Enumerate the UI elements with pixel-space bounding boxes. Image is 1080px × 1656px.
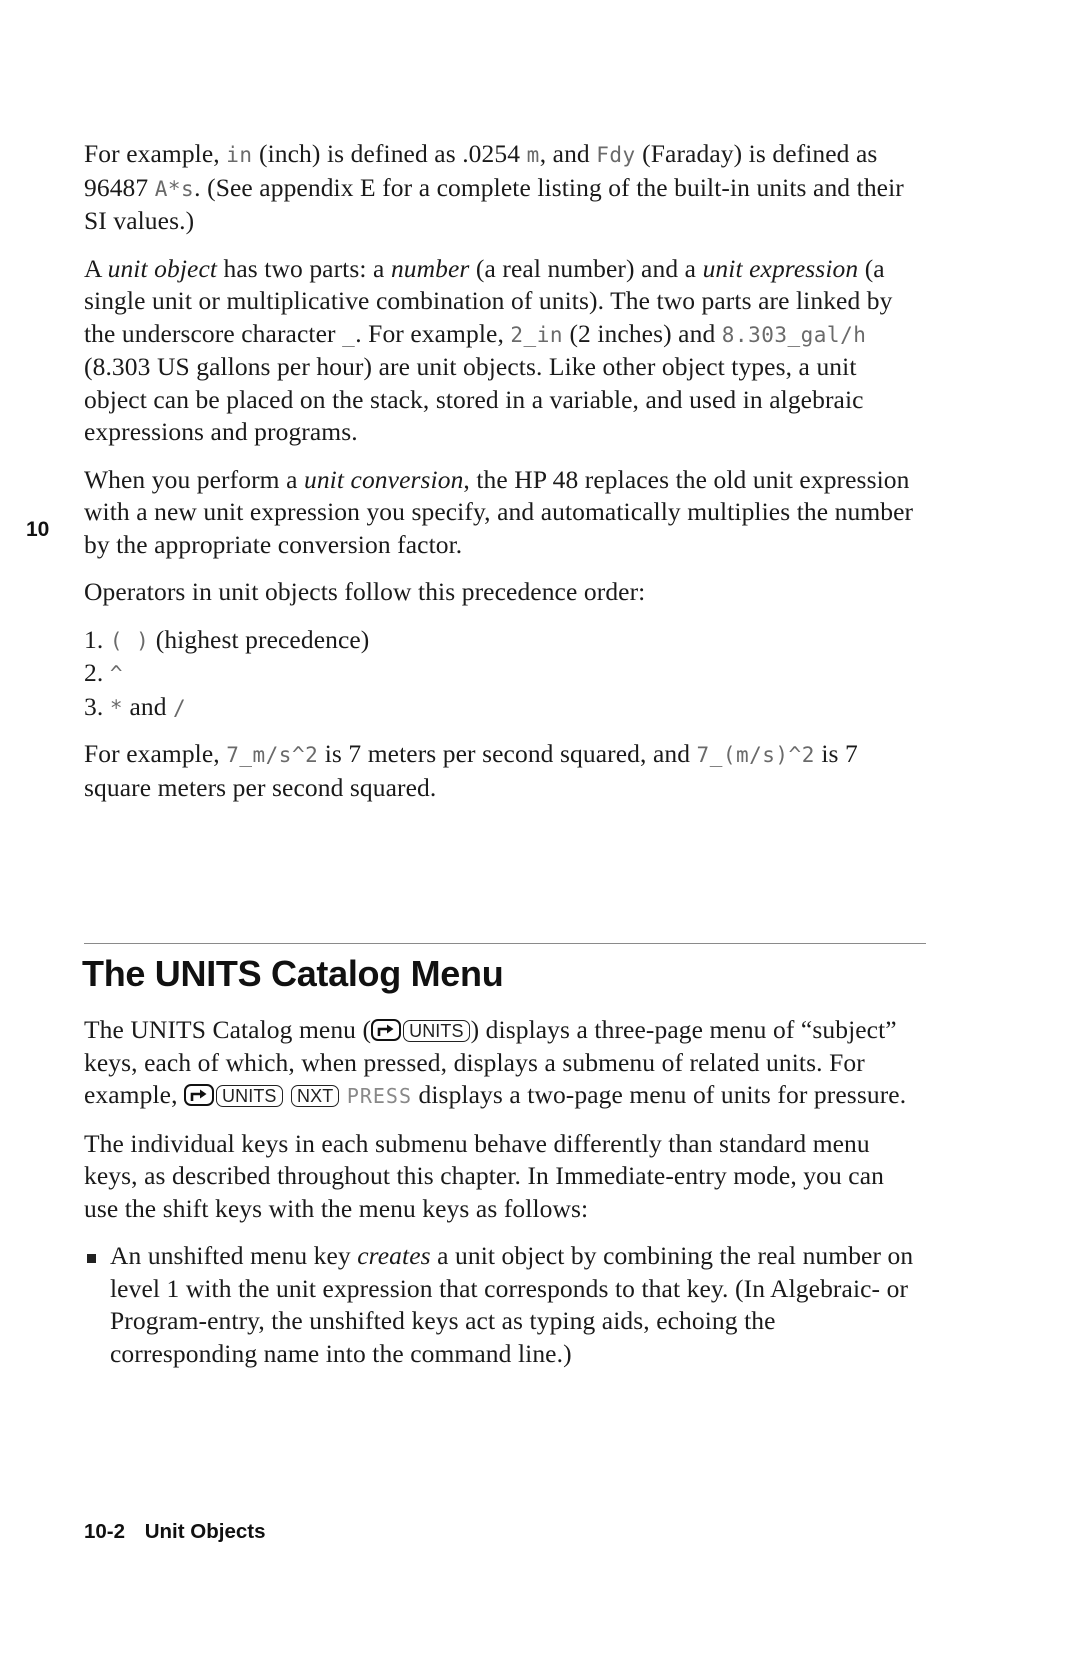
intro-section: For example, in (inch) is defined as .02… [84, 138, 914, 819]
press-menu-label: PRESS [346, 1084, 413, 1108]
calc-code: in [226, 143, 253, 167]
item-number: 3. [84, 691, 110, 721]
calc-code: ( ) [109, 628, 150, 653]
emphasis: unit object [107, 253, 218, 283]
precedence-list: 1. ( ) (highest precedence) 2. ^ 3. * an… [84, 624, 914, 725]
calc-code: A*s [154, 176, 195, 201]
paragraph-precedence-example: For example, 7_m/s^2 is 7 meters per sec… [84, 738, 914, 804]
text: . (See appendix E for a complete listing… [84, 172, 904, 236]
text: , and [539, 139, 597, 168]
right-shift-arrow-icon [190, 1089, 207, 1101]
text: and [122, 691, 174, 721]
chapter-tab: 10 [26, 518, 50, 541]
text: (inch) is defined as .0254 [252, 139, 527, 168]
bullet-text: An unshifted menu key creates a unit obj… [110, 1240, 924, 1370]
text: (highest precedence) [149, 624, 370, 654]
text: (a real number) and a [469, 253, 703, 283]
section-heading: The UNITS Catalog Menu [82, 953, 504, 994]
text: A [84, 253, 108, 283]
page-number: 10-2 [84, 1520, 126, 1543]
calc-code: 7_(m/s)^2 [696, 743, 815, 767]
item-number: 1. [84, 624, 110, 654]
nxt-key: NXT [291, 1085, 340, 1107]
text: has two parts: a [217, 253, 391, 283]
paragraph-precedence-intro: Operators in unit objects follow this pr… [84, 577, 646, 606]
text: For example, [84, 139, 227, 168]
calc-code: _ [342, 322, 356, 347]
emphasis: unit conversion [303, 464, 464, 494]
units-key: UNITS [403, 1020, 470, 1042]
paragraph-unit-definitions: For example, in (inch) is defined as .02… [84, 138, 914, 238]
calc-code: / [173, 695, 187, 720]
calc-code: Fdy [596, 143, 636, 167]
emphasis: number [390, 253, 470, 283]
text: (2 inches) and [562, 318, 722, 348]
paragraph-unit-object: A unit object has two parts: a number (a… [84, 253, 914, 449]
calc-code: 8.303_gal/h [721, 322, 867, 347]
precedence-item: 2. ^ [84, 657, 914, 691]
text: displays a two-page menu of units for pr… [412, 1080, 907, 1109]
text: When you perform a [84, 464, 304, 494]
calc-code: 2_in [510, 322, 563, 347]
text: The UNITS Catalog menu ( [84, 1015, 372, 1044]
paragraph-units-catalog: The UNITS Catalog menu (UNITS) displays … [84, 1014, 924, 1113]
emphasis: creates [357, 1241, 431, 1270]
item-number: 2. [84, 658, 110, 687]
text: (8.303 US gallons per hour) are unit obj… [84, 352, 864, 446]
right-shift-key [184, 1084, 215, 1106]
paragraph-submenu-keys: The individual keys in each submenu beha… [84, 1128, 884, 1223]
calc-code: m [526, 143, 540, 167]
page-footer: 10-2 Unit Objects [84, 1520, 265, 1544]
text: An unshifted menu key [110, 1241, 358, 1270]
chapter-title: Unit Objects [144, 1520, 266, 1543]
right-shift-arrow-icon [377, 1024, 394, 1036]
calc-code: * [109, 695, 123, 720]
calc-code: 7_m/s^2 [226, 743, 319, 767]
list-item: An unshifted menu key creates a unit obj… [84, 1240, 924, 1370]
precedence-item: 1. ( ) (highest precedence) [84, 624, 914, 658]
section-divider [84, 943, 926, 944]
text: . For example, [355, 318, 511, 348]
units-catalog-section: The UNITS Catalog menu (UNITS) displays … [84, 1014, 924, 1370]
bullet-square-icon [87, 1254, 96, 1263]
precedence-item: 3. * and / [84, 691, 914, 725]
units-key: UNITS [216, 1085, 283, 1107]
emphasis: unit expression [702, 253, 859, 283]
shift-key-list: An unshifted menu key creates a unit obj… [84, 1240, 924, 1370]
text: For example, [84, 739, 227, 768]
paragraph-unit-conversion: When you perform a unit conversion, the … [84, 464, 914, 562]
text: is 7 meters per second squared, and [318, 739, 697, 768]
right-shift-key [371, 1019, 402, 1041]
calc-code: ^ [109, 662, 123, 686]
